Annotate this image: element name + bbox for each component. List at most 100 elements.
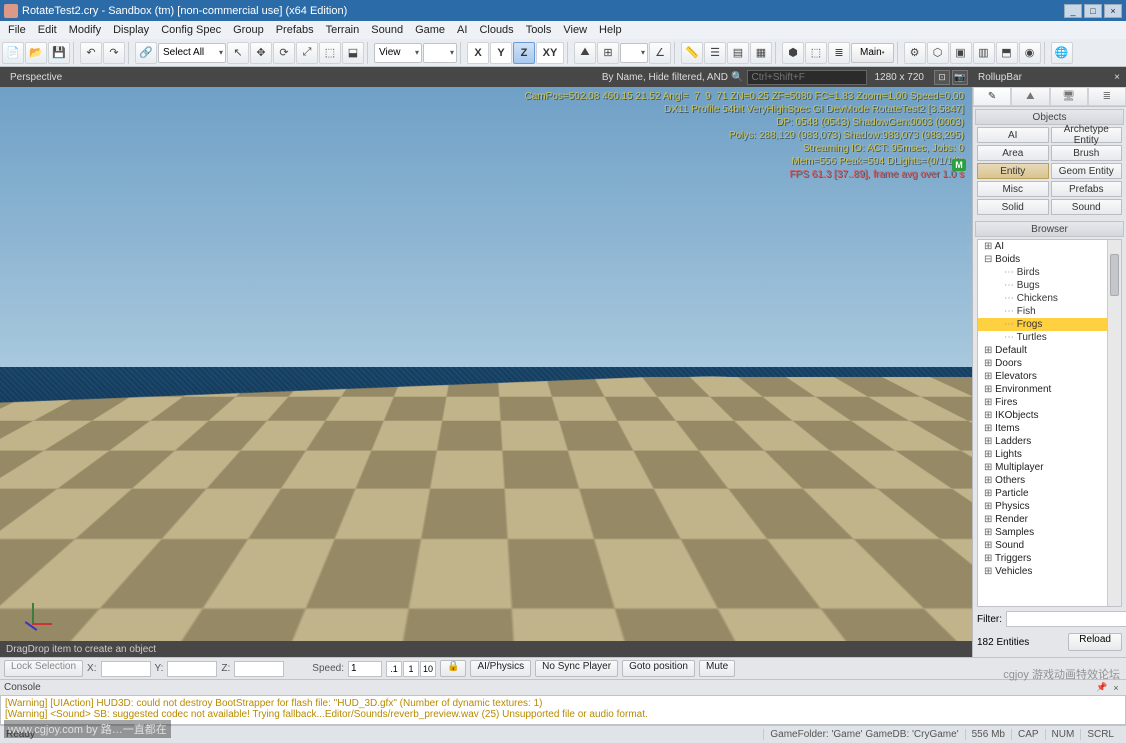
console-pin-icon[interactable]: 📌 [1096, 682, 1108, 694]
terrain-follow-icon[interactable]: ⛰ [574, 42, 596, 64]
menu-group[interactable]: Group [227, 24, 270, 36]
tree-item-lights[interactable]: Lights [978, 448, 1107, 461]
layers-icon[interactable]: ☰ [704, 42, 726, 64]
filter-input[interactable] [1006, 611, 1126, 627]
entity-tree[interactable]: AIBoidsBirdsBugsChickensFishFrogsTurtles… [977, 239, 1122, 607]
viewport-3d[interactable]: CamPos=502.08 460.15 21.52 Angl= 7 9 71 … [0, 87, 972, 657]
redo-icon[interactable]: ↷ [103, 42, 125, 64]
rollup-tab-layers[interactable]: ≣ [1088, 87, 1126, 106]
obj-btn-ai[interactable]: AI [977, 127, 1049, 143]
tree-item-items[interactable]: Items [978, 422, 1107, 435]
resolution-label[interactable]: 1280 x 720 [875, 72, 925, 83]
z-input[interactable] [234, 661, 284, 677]
snap-value-dropdown[interactable] [620, 43, 648, 63]
terrain-select-icon[interactable]: ⬓ [342, 42, 364, 64]
menu-edit[interactable]: Edit [32, 24, 63, 36]
tree-item-fish[interactable]: Fish [978, 305, 1107, 318]
tree-item-bugs[interactable]: Bugs [978, 279, 1107, 292]
tree-item-physics[interactable]: Physics [978, 500, 1107, 513]
obj-btn-entity[interactable]: Entity [977, 163, 1049, 179]
menu-help[interactable]: Help [593, 24, 628, 36]
console-close-icon[interactable]: × [1110, 682, 1122, 694]
axis-x-button[interactable]: X [467, 42, 489, 64]
minimize-button[interactable]: _ [1064, 4, 1082, 18]
rollup-tab-terrain[interactable]: ⛰ [1011, 87, 1049, 106]
aspect-icon[interactable]: ⊡ [934, 70, 950, 85]
tool2-icon[interactable]: ⬡ [927, 42, 949, 64]
axis-y-button[interactable]: Y [490, 42, 512, 64]
tree-item-vehicles[interactable]: Vehicles [978, 565, 1107, 578]
open-icon[interactable]: 📂 [25, 42, 47, 64]
filter-mode-label[interactable]: By Name, Hide filtered, AND [602, 72, 728, 83]
speed-preset-10[interactable]: 10 [420, 661, 436, 677]
camera-icon[interactable]: 📷 [952, 70, 968, 85]
menu-ai[interactable]: AI [451, 24, 473, 36]
tree-item-fires[interactable]: Fires [978, 396, 1107, 409]
perspective-label[interactable]: Perspective [4, 72, 68, 83]
obj-btn-misc[interactable]: Misc [977, 181, 1049, 197]
tree-item-environment[interactable]: Environment [978, 383, 1107, 396]
tool4-icon[interactable]: ▥ [973, 42, 995, 64]
material-icon[interactable]: ⬢ [782, 42, 804, 64]
cursor-icon[interactable]: ↖ [227, 42, 249, 64]
rotate-icon[interactable]: ⟳ [273, 42, 295, 64]
tree-item-triggers[interactable]: Triggers [978, 552, 1107, 565]
snap-grid-icon[interactable]: ⊞ [597, 42, 619, 64]
new-icon[interactable]: 📄 [2, 42, 24, 64]
axis-xy-button[interactable]: XY [536, 42, 564, 64]
aiphysics-button[interactable]: AI/Physics [470, 660, 531, 677]
lock-selection-button[interactable]: Lock Selection [4, 660, 83, 677]
tree-item-ladders[interactable]: Ladders [978, 435, 1107, 448]
tree-item-sound[interactable]: Sound [978, 539, 1107, 552]
tree-item-turtles[interactable]: Turtles [978, 331, 1107, 344]
maximize-button[interactable]: □ [1084, 4, 1102, 18]
goto-button[interactable]: Goto position [622, 660, 695, 677]
tree-item-others[interactable]: Others [978, 474, 1107, 487]
tree-item-ikobjects[interactable]: IKObjects [978, 409, 1107, 422]
obj-btn-area[interactable]: Area [977, 145, 1049, 161]
tree-item-render[interactable]: Render [978, 513, 1107, 526]
rollup-tab-create[interactable]: ✎ [973, 87, 1011, 106]
layerstack-icon[interactable]: ≣ [828, 42, 850, 64]
obj-btn-prefabs[interactable]: Prefabs [1051, 181, 1123, 197]
menu-file[interactable]: File [2, 24, 32, 36]
snap-angle-icon[interactable]: ∠ [649, 42, 671, 64]
tool5-icon[interactable]: ⬒ [996, 42, 1018, 64]
tree-item-multiplayer[interactable]: Multiplayer [978, 461, 1107, 474]
obj-btn-geom-entity[interactable]: Geom Entity [1051, 163, 1123, 179]
undo-icon[interactable]: ↶ [80, 42, 102, 64]
scale-icon[interactable]: ⤢ [296, 42, 318, 64]
tree-item-frogs[interactable]: Frogs [978, 318, 1107, 331]
select-area-icon[interactable]: ⬚ [319, 42, 341, 64]
tool6-icon[interactable]: ◉ [1019, 42, 1041, 64]
layergroup-icon[interactable]: ⬚ [805, 42, 827, 64]
menu-terrain[interactable]: Terrain [320, 24, 366, 36]
x-input[interactable] [101, 661, 151, 677]
rollup-pin-icon[interactable]: × [1114, 72, 1120, 83]
menu-tools[interactable]: Tools [520, 24, 558, 36]
menu-clouds[interactable]: Clouds [473, 24, 519, 36]
search-input[interactable] [747, 70, 867, 85]
mute-button[interactable]: Mute [699, 660, 735, 677]
menu-prefabs[interactable]: Prefabs [270, 24, 320, 36]
tree-item-chickens[interactable]: Chickens [978, 292, 1107, 305]
tree-item-ai[interactable]: AI [978, 240, 1107, 253]
save-icon[interactable]: 💾 [48, 42, 70, 64]
speed-preset-1[interactable]: 1 [403, 661, 419, 677]
globe-icon[interactable]: 🌐 [1051, 42, 1073, 64]
move-icon[interactable]: ✥ [250, 42, 272, 64]
speed-input[interactable] [348, 661, 382, 677]
link-icon[interactable]: 🔗 [135, 42, 157, 64]
obj-btn-sound[interactable]: Sound [1051, 199, 1123, 215]
reload-button[interactable]: Reload [1068, 633, 1122, 651]
tree-item-default[interactable]: Default [978, 344, 1107, 357]
axis-z-button[interactable]: Z [513, 42, 535, 64]
menu-config-spec[interactable]: Config Spec [155, 24, 227, 36]
tree-scrollbar[interactable] [1107, 240, 1121, 606]
close-button[interactable]: × [1104, 4, 1122, 18]
ref-dropdown[interactable] [423, 43, 457, 63]
tree-item-elevators[interactable]: Elevators [978, 370, 1107, 383]
obj-btn-brush[interactable]: Brush [1051, 145, 1123, 161]
speed-preset-.1[interactable]: .1 [386, 661, 402, 677]
rollup-tab-display[interactable]: 🖥 [1050, 87, 1088, 106]
